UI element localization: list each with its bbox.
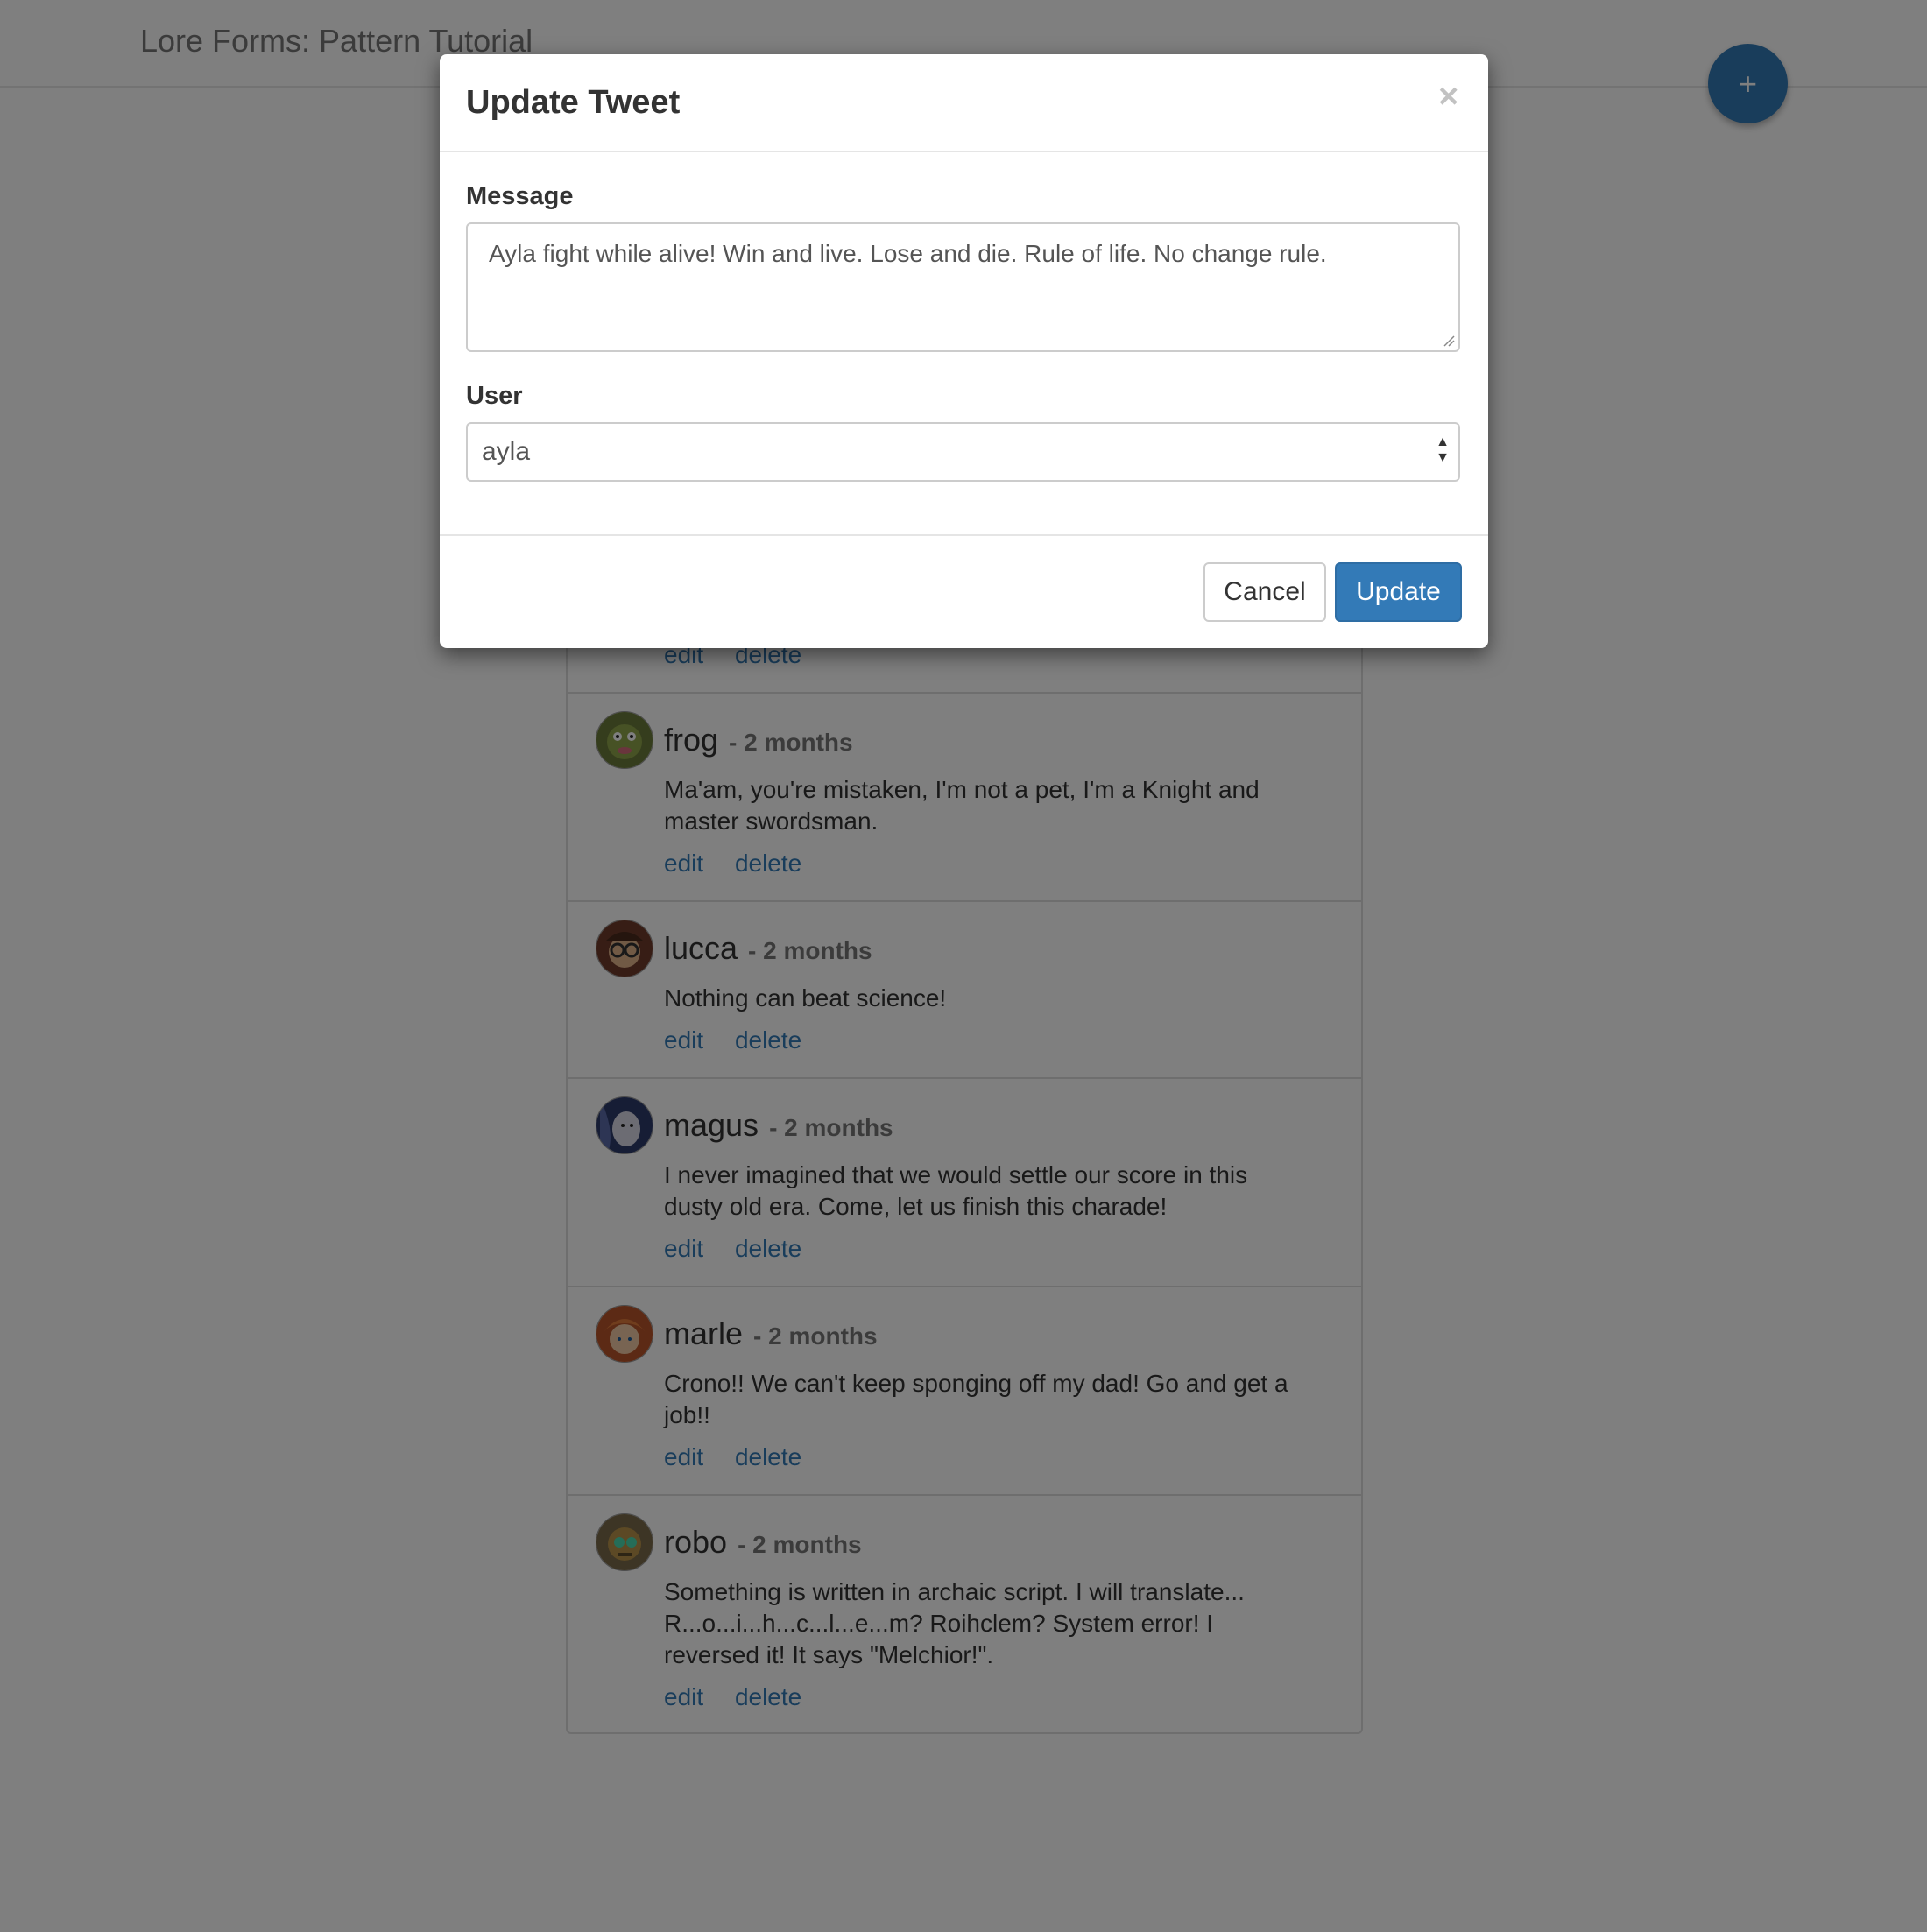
user-select[interactable]: ayla ▲ ▼ [466,422,1460,482]
close-icon[interactable]: × [1438,77,1458,116]
update-button[interactable]: Update [1335,562,1462,622]
page: Lore Forms: Pattern Tutorial edit delete… [0,0,1927,1932]
modal-title: Update Tweet [466,84,681,121]
message-value: Ayla fight while alive! Win and live. Lo… [489,240,1327,267]
modal-header: Update Tweet × [440,54,1488,152]
user-select-value: ayla [482,437,531,466]
user-label: User [466,382,523,410]
message-label: Message [466,182,574,210]
modal-footer: Cancel Update [440,534,1488,648]
message-textarea[interactable]: Ayla fight while alive! Win and live. Lo… [466,222,1460,352]
update-tweet-dialog: Update Tweet × Message Ayla fight while … [440,54,1488,648]
cancel-button[interactable]: Cancel [1203,562,1326,622]
select-arrows-icon: ▲ ▼ [1436,434,1450,465]
resize-grip-icon[interactable] [1443,335,1455,347]
